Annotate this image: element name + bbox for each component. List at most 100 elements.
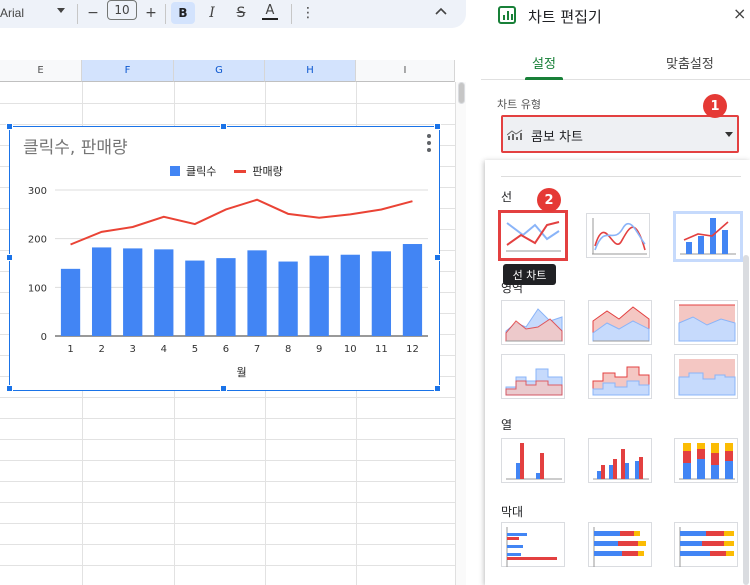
dropdown-divider bbox=[501, 176, 741, 177]
grid-line bbox=[0, 565, 455, 566]
grid-line bbox=[0, 439, 455, 440]
bar-clicks-8 bbox=[278, 261, 298, 336]
embedded-chart[interactable]: 클릭수, 판매량 클릭수 판매량 0 100 200 300 1 2 3 4 5 6 7 8 9 10 11… bbox=[6, 123, 441, 392]
chart-type-label: 차트 유형 bbox=[497, 98, 541, 111]
section-bar: 막대 bbox=[501, 505, 524, 519]
grid-line bbox=[0, 418, 455, 419]
font-size-input[interactable]: 10 bbox=[107, 0, 137, 20]
grid-line bbox=[0, 460, 455, 461]
bar-clicks-3 bbox=[123, 248, 143, 336]
combo-chart-thumbnail[interactable] bbox=[673, 211, 743, 262]
bar-clicks-7 bbox=[247, 250, 267, 336]
stacked-area-chart-thumbnail[interactable] bbox=[588, 300, 652, 345]
bar-clicks-11 bbox=[371, 251, 392, 336]
bar-clicks-5 bbox=[185, 260, 205, 336]
toolbar-divider bbox=[291, 4, 292, 24]
strikethrough-button[interactable]: S bbox=[233, 2, 249, 24]
decrease-font-size-button[interactable]: − bbox=[86, 2, 100, 24]
y-tick-label: 0 bbox=[41, 332, 47, 343]
stacked-column-icon bbox=[679, 443, 735, 480]
stacked-bar-chart-thumbnail[interactable] bbox=[588, 522, 652, 567]
collapse-toolbar-icon[interactable] bbox=[435, 6, 447, 16]
chart-editor-icon bbox=[498, 6, 516, 24]
y-tick-label: 200 bbox=[28, 235, 47, 246]
grid-line bbox=[0, 397, 455, 398]
line-chart-thumbnail[interactable] bbox=[498, 210, 568, 261]
scrollbar-thumb[interactable] bbox=[458, 82, 465, 104]
dropdown-scrollbar[interactable] bbox=[743, 255, 749, 585]
grouped-column-chart-thumbnail[interactable] bbox=[588, 438, 652, 483]
tab-customize[interactable]: 맞춤설정 bbox=[666, 53, 714, 72]
close-icon[interactable]: × bbox=[733, 4, 746, 23]
stacked-bar-icon bbox=[593, 527, 646, 567]
x-tick-label: 11 bbox=[375, 344, 388, 355]
font-dropdown-arrow-icon[interactable] bbox=[57, 8, 65, 13]
percent-bar-icon bbox=[679, 527, 734, 567]
resize-handle[interactable] bbox=[6, 254, 13, 261]
panel-title: 차트 편집기 bbox=[528, 8, 602, 26]
toolbar-divider bbox=[165, 4, 166, 24]
column-header-h[interactable]: H bbox=[265, 60, 356, 82]
bar-clicks-9 bbox=[309, 255, 329, 336]
x-tick-label: 12 bbox=[406, 344, 419, 355]
line-chart-tooltip: 선 차트 bbox=[503, 264, 556, 285]
grid-line bbox=[0, 523, 455, 524]
stacked-stepped-area-chart-thumbnail[interactable] bbox=[588, 354, 652, 399]
vertical-scrollbar[interactable] bbox=[455, 82, 466, 585]
bar-clicks-2 bbox=[91, 247, 112, 336]
x-tick-label: 10 bbox=[344, 344, 357, 355]
resize-handle[interactable] bbox=[220, 123, 227, 130]
chevron-down-icon bbox=[725, 132, 733, 137]
editor-tabs: 설정 맞춤설정 bbox=[481, 40, 750, 80]
chart-plot-area: 01002003001 2 3 4 5 6 7 8 9 10 11 12월 bbox=[28, 186, 428, 379]
increase-font-size-button[interactable]: + bbox=[144, 2, 158, 24]
column-header-f[interactable]: F bbox=[82, 60, 174, 82]
line-chart-icon bbox=[506, 221, 561, 252]
font-family-select[interactable]: Arial bbox=[0, 6, 24, 20]
resize-handle[interactable] bbox=[6, 385, 13, 392]
resize-handle[interactable] bbox=[220, 385, 227, 392]
column-header-e[interactable]: E bbox=[0, 60, 82, 82]
column-chart-thumbnail[interactable] bbox=[501, 438, 565, 483]
chart-type-select[interactable]: 콤보 차트 bbox=[501, 115, 739, 153]
stacked-stepped-area-icon bbox=[592, 366, 650, 396]
more-options-icon[interactable]: ⋮ bbox=[301, 2, 315, 24]
area-chart-icon bbox=[505, 308, 563, 342]
section-line: 선 bbox=[501, 190, 513, 204]
resize-handle[interactable] bbox=[434, 123, 441, 130]
bar-chart-icon bbox=[506, 527, 557, 567]
bar-chart-thumbnail[interactable] bbox=[501, 522, 565, 567]
formatting-toolbar: Arial − 10 + B I S A ⋮ bbox=[0, 0, 466, 28]
tab-setup[interactable]: 설정 bbox=[532, 53, 556, 72]
combo-chart-icon bbox=[507, 129, 523, 140]
percent-area-icon bbox=[678, 304, 736, 342]
y-tick-label: 100 bbox=[28, 283, 47, 294]
area-chart-thumbnail[interactable] bbox=[501, 300, 565, 345]
italic-button[interactable]: I bbox=[204, 2, 220, 24]
resize-handle[interactable] bbox=[6, 123, 13, 130]
stepped-area-icon bbox=[505, 368, 563, 396]
100-percent-stepped-area-thumbnail[interactable] bbox=[674, 354, 738, 399]
grid-line bbox=[0, 124, 455, 125]
resize-handle[interactable] bbox=[434, 254, 441, 261]
x-tick-label: 2 bbox=[98, 344, 104, 355]
y-tick-label: 300 bbox=[28, 186, 47, 197]
100-percent-bar-chart-thumbnail[interactable] bbox=[674, 522, 738, 567]
column-header-i[interactable]: I bbox=[356, 60, 455, 82]
stepped-area-chart-thumbnail[interactable] bbox=[501, 354, 565, 399]
smooth-line-icon bbox=[592, 218, 647, 255]
resize-handle[interactable] bbox=[434, 385, 441, 392]
step-badge-1: 1 bbox=[703, 94, 727, 118]
text-color-button[interactable]: A bbox=[262, 2, 278, 20]
column-header-g[interactable]: G bbox=[174, 60, 265, 82]
stacked-column-chart-thumbnail[interactable] bbox=[674, 438, 738, 483]
100-percent-area-chart-thumbnail[interactable] bbox=[674, 300, 738, 345]
bar-clicks-12 bbox=[402, 244, 423, 336]
chart-type-dropdown: 선 영역 열 막대 bbox=[485, 160, 750, 585]
bar-clicks-4 bbox=[154, 249, 174, 336]
x-tick-label: 8 bbox=[285, 344, 291, 355]
smooth-line-chart-thumbnail[interactable] bbox=[586, 213, 650, 258]
step-badge-2: 2 bbox=[537, 188, 561, 212]
bold-button[interactable]: B bbox=[171, 2, 195, 24]
grid-line bbox=[0, 544, 455, 545]
